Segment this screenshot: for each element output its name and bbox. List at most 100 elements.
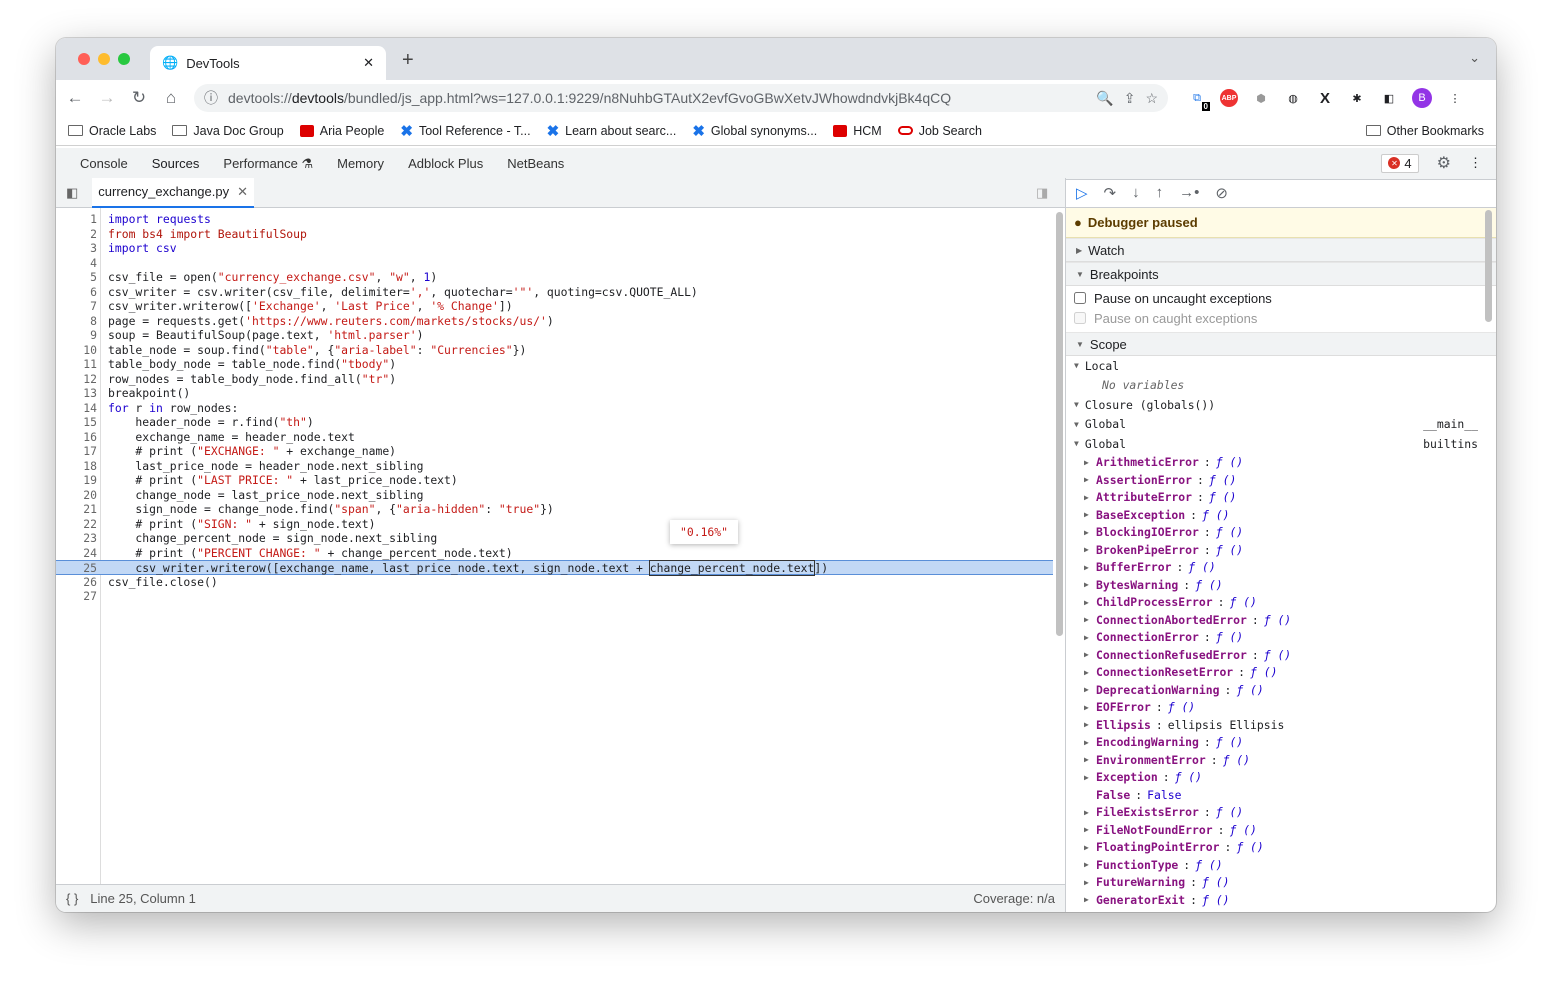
adblock-icon[interactable]: ABP (1220, 89, 1238, 107)
line-number[interactable]: 10 (56, 343, 97, 358)
settings-gear-icon[interactable]: ⚙ (1437, 153, 1451, 173)
address-bar[interactable]: ⓘ devtools://devtools/bundled/js_app.htm… (194, 84, 1168, 112)
code-line[interactable]: 22 # print ("SIGN: " + sign_node.text) (56, 517, 1053, 532)
code-line[interactable]: 4 (56, 256, 1053, 271)
code-editor[interactable]: "0.16%" 1import requests2from bs4 import… (56, 208, 1065, 884)
code-line[interactable]: 14for r in row_nodes: (56, 401, 1053, 416)
cube-extension-icon[interactable]: ⬢ (1252, 89, 1270, 107)
line-number[interactable]: 27 (56, 589, 97, 604)
scope-variable[interactable]: ▶BrokenPipeError:ƒ () (1066, 541, 1496, 559)
profile-avatar[interactable]: B (1412, 88, 1432, 108)
line-number[interactable]: 3 (56, 241, 97, 256)
scope-variable[interactable]: ▶ConnectionAbortedError:ƒ () (1066, 611, 1496, 629)
scope-variable[interactable]: ▶Exception:ƒ () (1066, 769, 1496, 787)
line-number[interactable]: 23 (56, 531, 97, 546)
extension-badge-icon[interactable]: ⧉0 (1188, 89, 1206, 107)
code-line[interactable]: 13breakpoint() (56, 386, 1053, 401)
scope-variable[interactable]: ▶FileExistsError:ƒ () (1066, 804, 1496, 822)
tab-netbeans[interactable]: NetBeans (495, 148, 576, 180)
tab-performance[interactable]: Performance ⚗ (211, 148, 325, 180)
toggle-debugger-icon[interactable]: ◨ (1036, 185, 1048, 201)
close-file-icon[interactable]: ✕ (237, 184, 248, 200)
forward-icon[interactable]: → (98, 88, 116, 108)
code-line[interactable]: 3import csv (56, 241, 1053, 256)
line-number[interactable]: 22 (56, 517, 97, 532)
new-tab-button[interactable]: + (402, 49, 414, 72)
scope-variable[interactable]: ▶FutureWarning:ƒ () (1066, 874, 1496, 892)
side-panel-icon[interactable]: ◧ (1380, 89, 1398, 107)
line-number[interactable]: 11 (56, 357, 97, 372)
line-number[interactable]: 24 (56, 546, 97, 561)
code-line[interactable]: 11table_body_node = table_node.find("tbo… (56, 357, 1053, 372)
code-line[interactable]: 23 change_percent_node = sign_node.next_… (56, 531, 1053, 546)
line-number[interactable]: 12 (56, 372, 97, 387)
code-line[interactable]: 1import requests (56, 212, 1053, 227)
bookmark-item[interactable]: HCM (833, 124, 881, 138)
line-number[interactable]: 14 (56, 401, 97, 416)
tab-search-chevron-icon[interactable]: ⌄ (1469, 50, 1480, 66)
code-line[interactable]: 5csv_file = open("currency_exchange.csv"… (56, 270, 1053, 285)
tab-sources[interactable]: Sources (140, 148, 212, 180)
scope-variable[interactable]: ▶AssertionError:ƒ () (1066, 471, 1496, 489)
scope-variable[interactable]: ▶FunctionType:ƒ () (1066, 856, 1496, 874)
line-number[interactable]: 16 (56, 430, 97, 445)
code-line[interactable]: 6csv_writer = csv.writer(csv_file, delim… (56, 285, 1053, 300)
step-out-icon[interactable]: ↑ (1156, 184, 1164, 201)
line-number[interactable]: 20 (56, 488, 97, 503)
code-line[interactable]: 26csv_file.close() (56, 575, 1053, 590)
line-number[interactable]: 21 (56, 502, 97, 517)
bookmark-item[interactable]: ✖Tool Reference - T... (400, 122, 530, 140)
editor-scrollbar[interactable] (1056, 212, 1063, 636)
scope-variable[interactable]: ▶ArithmeticError:ƒ () (1066, 454, 1496, 472)
scope-variable[interactable]: ▶ConnectionResetError:ƒ () (1066, 664, 1496, 682)
code-line[interactable]: 2from bs4 import BeautifulSoup (56, 227, 1053, 242)
scope-global-main[interactable]: ▼Global__main__ (1066, 415, 1496, 435)
code-line[interactable]: 12row_nodes = table_body_node.find_all("… (56, 372, 1053, 387)
code-line[interactable]: 18 last_price_node = header_node.next_si… (56, 459, 1053, 474)
line-number[interactable]: 25 (56, 561, 97, 576)
x-extension-icon[interactable]: X (1316, 89, 1334, 107)
share-icon[interactable]: ⇪ (1124, 90, 1136, 107)
scope-variable[interactable]: ▶ConnectionRefusedError:ƒ () (1066, 646, 1496, 664)
code-line[interactable]: 21 sign_node = change_node.find("span", … (56, 502, 1053, 517)
scope-variable[interactable]: ▶BufferError:ƒ () (1066, 559, 1496, 577)
reload-icon[interactable]: ↻ (130, 88, 148, 108)
back-icon[interactable]: ← (66, 88, 84, 108)
scope-variable[interactable]: ▶EnvironmentError:ƒ () (1066, 751, 1496, 769)
toggle-navigator-icon[interactable]: ◧ (66, 185, 78, 201)
close-tab-icon[interactable]: ✕ (363, 55, 374, 71)
sidebar-scrollbar[interactable] (1485, 210, 1492, 322)
other-bookmarks[interactable]: Other Bookmarks (1366, 124, 1484, 138)
line-number[interactable]: 15 (56, 415, 97, 430)
pretty-print-icon[interactable]: { } (66, 891, 78, 906)
code-line[interactable]: 15 header_node = r.find("th") (56, 415, 1053, 430)
browser-menu-icon[interactable]: ⋮ (1446, 89, 1464, 107)
line-number[interactable]: 9 (56, 328, 97, 343)
code-line[interactable]: 9soup = BeautifulSoup(page.text, 'html.p… (56, 328, 1053, 343)
scope-variable[interactable]: ▶FloatingPointError:ƒ () (1066, 839, 1496, 857)
line-number[interactable]: 8 (56, 314, 97, 329)
scope-variable[interactable]: ▶BlockingIOError:ƒ () (1066, 524, 1496, 542)
file-tab[interactable]: currency_exchange.py ✕ (92, 178, 254, 208)
home-icon[interactable]: ⌂ (162, 88, 180, 108)
browser-tab[interactable]: 🌐 DevTools ✕ (150, 46, 386, 80)
tab-console[interactable]: Console (68, 148, 140, 180)
code-line[interactable]: 17 # print ("EXCHANGE: " + exchange_name… (56, 444, 1053, 459)
bookmark-item[interactable]: Java Doc Group (172, 124, 283, 138)
step-into-icon[interactable]: ↓ (1132, 184, 1140, 201)
star-icon[interactable]: ☆ (1145, 90, 1158, 107)
scope-variable[interactable]: ▶ConnectionError:ƒ () (1066, 629, 1496, 647)
line-number[interactable]: 2 (56, 227, 97, 242)
line-number[interactable]: 17 (56, 444, 97, 459)
line-number[interactable]: 4 (56, 256, 97, 271)
code-line[interactable]: 19 # print ("LAST PRICE: " + last_price_… (56, 473, 1053, 488)
bookmark-item[interactable]: Oracle Labs (68, 124, 156, 138)
scope-section[interactable]: ▼Scope (1066, 332, 1496, 356)
code-line[interactable]: 20 change_node = last_price_node.next_si… (56, 488, 1053, 503)
line-number[interactable]: 26 (56, 575, 97, 590)
line-number[interactable]: 1 (56, 212, 97, 227)
step-over-icon[interactable]: ↷ (1104, 184, 1117, 202)
scope-variable[interactable]: ▶EncodingWarning:ƒ () (1066, 734, 1496, 752)
code-line[interactable]: 7csv_writer.writerow(['Exchange', 'Last … (56, 299, 1053, 314)
line-number[interactable]: 13 (56, 386, 97, 401)
